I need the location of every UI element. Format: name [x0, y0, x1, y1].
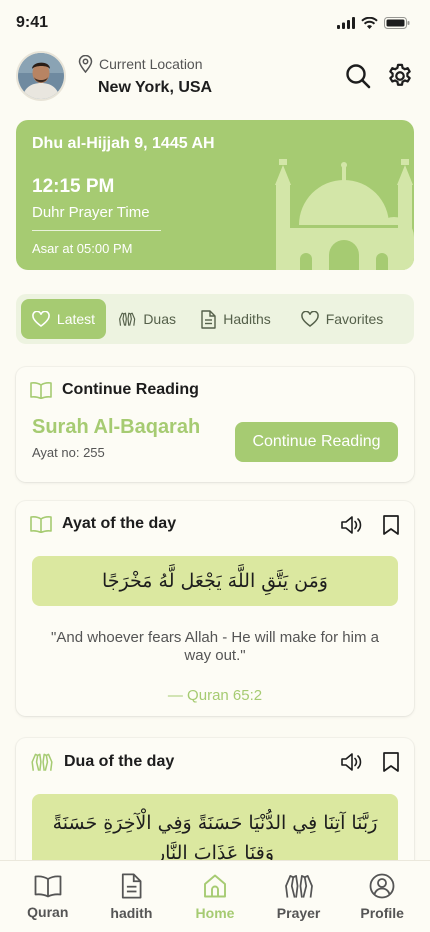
- nav-profile-label: Profile: [360, 904, 404, 921]
- bottom-navigation: Quran hadith Home Prayer Profile: [0, 860, 430, 932]
- nav-hadith[interactable]: hadith: [91, 872, 171, 921]
- praying-hands-icon: [284, 874, 313, 898]
- settings-button[interactable]: [386, 62, 414, 90]
- search-icon: [346, 64, 371, 89]
- mosque-illustration: [275, 159, 414, 270]
- speaker-icon[interactable]: [340, 751, 364, 773]
- continue-reading-title: Continue Reading: [62, 381, 199, 398]
- location-label: Current Location: [99, 56, 203, 72]
- nav-profile[interactable]: Profile: [342, 873, 422, 921]
- document-icon: [201, 309, 216, 329]
- home-icon: [204, 874, 226, 897]
- signal-icon: [337, 17, 355, 29]
- wifi-icon: [361, 17, 378, 29]
- status-time: 9:41: [16, 14, 49, 31]
- tab-duas-label: Duas: [143, 311, 176, 327]
- nav-home[interactable]: Home: [175, 873, 255, 921]
- open-book-icon: [30, 382, 52, 399]
- ayat-number: Ayat no: 255: [32, 445, 105, 460]
- tab-favorites[interactable]: Favorites: [287, 299, 397, 339]
- search-button[interactable]: [344, 62, 372, 90]
- next-prayer: Asar at 05:00 PM: [32, 241, 133, 256]
- map-pin-icon: [78, 55, 93, 73]
- nav-prayer[interactable]: Prayer: [259, 873, 339, 921]
- surah-name: Surah Al-Baqarah: [32, 416, 201, 438]
- battery-icon: [384, 17, 410, 29]
- tab-duas[interactable]: Duas: [110, 299, 184, 339]
- header: Current Location New York, USA: [16, 50, 414, 102]
- prayer-time-card[interactable]: Dhu al-Hijjah 9, 1445 AH 12:15 PM Duhr P…: [16, 120, 414, 270]
- status-icons: [337, 17, 410, 29]
- bookmark-icon[interactable]: [382, 751, 400, 773]
- ayat-of-day-title: Ayat of the day: [62, 515, 177, 532]
- ayat-arabic: وَمَن يَتَّقِ اللَّهَ يَجْعَل لَّهُ مَخْ…: [32, 556, 398, 606]
- location-city: New York, USA: [98, 79, 213, 96]
- status-bar: 9:41: [0, 0, 430, 46]
- avatar[interactable]: [16, 51, 66, 101]
- dua-of-day-title: Dua of the day: [64, 753, 175, 770]
- tab-favorites-label: Favorites: [325, 311, 384, 327]
- tab-latest-label: Latest: [56, 311, 96, 327]
- gear-icon: [389, 63, 411, 86]
- nav-prayer-label: Prayer: [276, 904, 321, 921]
- ayat-translation: "And whoever fears Allah - He will make …: [51, 629, 379, 664]
- document-icon: [122, 872, 142, 899]
- tab-hadiths-label: Hadiths: [223, 311, 271, 327]
- user-circle-icon: [369, 873, 395, 898]
- prayer-time: 12:15 PM: [32, 176, 115, 197]
- hero-divider: [32, 230, 161, 231]
- nav-hadith-label: hadith: [110, 904, 153, 921]
- heart-icon: [32, 311, 50, 327]
- heart-icon: [300, 311, 319, 327]
- praying-hands-icon: [119, 312, 136, 326]
- prayer-name: Duhr Prayer Time: [32, 204, 150, 221]
- hijri-date: Dhu al-Hijjah 9, 1445 AH: [32, 135, 215, 152]
- book-icon: [34, 874, 62, 897]
- tab-hadiths[interactable]: Hadiths: [188, 299, 283, 339]
- bookmark-icon[interactable]: [382, 514, 400, 536]
- praying-hands-icon: [31, 753, 53, 771]
- ayat-reference: — Quran 65:2: [167, 687, 263, 704]
- nav-home-label: Home: [195, 904, 235, 921]
- nav-quran[interactable]: Quran: [8, 874, 88, 920]
- nav-quran-label: Quran: [27, 903, 69, 920]
- category-tabs: Latest Duas Hadiths Favorites: [16, 294, 414, 344]
- open-book-icon: [30, 516, 52, 533]
- tab-latest[interactable]: Latest: [21, 299, 106, 339]
- continue-reading-button[interactable]: Continue Reading: [235, 422, 398, 462]
- location-block[interactable]: Current Location New York, USA: [78, 55, 344, 97]
- speaker-icon[interactable]: [340, 514, 364, 536]
- ayat-of-day-card: Ayat of the day وَمَن يَتَّقِ اللَّهَ يَ…: [16, 501, 414, 716]
- continue-reading-card: Continue Reading Surah Al-Baqarah Ayat n…: [16, 367, 414, 482]
